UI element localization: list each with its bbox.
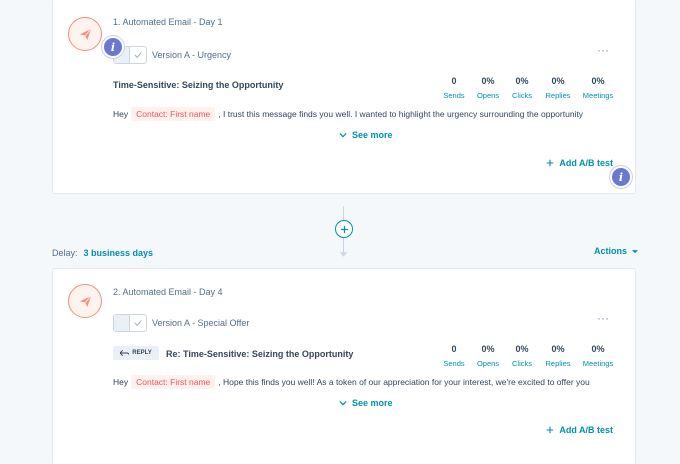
reply-badge: REPLY bbox=[113, 346, 159, 360]
step-title: 1. Automated Email - Day 1 bbox=[113, 17, 223, 27]
email-body-preview: Hey Contact: First name, I trust this mes… bbox=[113, 107, 584, 121]
version-toggle[interactable] bbox=[113, 314, 147, 332]
step-title: 2. Automated Email - Day 4 bbox=[113, 287, 223, 297]
email-subject: Time-Sensitive: Seizing the Opportunity bbox=[113, 80, 284, 90]
stat-opens: 0% Opens bbox=[476, 76, 500, 100]
plus-icon bbox=[547, 159, 554, 167]
sequence-step-1-card: 1. Automated Email - Day 1 Version A - U… bbox=[52, 0, 636, 194]
chevron-down-icon bbox=[339, 400, 347, 406]
version-label: Version A - Special Offer bbox=[152, 318, 250, 328]
email-step-icon bbox=[68, 284, 102, 318]
add-ab-test-button[interactable]: Add A/B test bbox=[546, 425, 613, 435]
caret-down-icon bbox=[631, 250, 638, 254]
more-options-button[interactable]: ··· bbox=[597, 43, 609, 57]
email-stats: 0 Sends 0% Opens 0% Clicks 0% Replies 0% Meet… bbox=[437, 344, 619, 368]
see-more-button[interactable]: See more bbox=[339, 130, 393, 140]
stat-opens: 0% Opens bbox=[476, 344, 500, 368]
info-badge-icon[interactable]: i bbox=[610, 166, 632, 188]
check-icon bbox=[134, 52, 142, 59]
stat-clicks: 0% Clicks bbox=[512, 344, 532, 368]
personalization-token: Contact: First name bbox=[131, 375, 216, 389]
chevron-down-icon bbox=[339, 132, 347, 138]
email-stats: 0 Sends 0% Opens 0% Clicks 0% Replies 0% Meet… bbox=[437, 76, 619, 100]
email-body-preview: Hey Contact: First name, Hope this finds … bbox=[113, 375, 590, 389]
stat-sends: 0 Sends bbox=[443, 344, 465, 368]
stat-meetings: 0% Meetings bbox=[582, 344, 614, 368]
email-step-icon bbox=[68, 17, 102, 51]
stat-meetings: 0% Meetings bbox=[582, 76, 614, 100]
see-more-button[interactable]: See more bbox=[339, 398, 393, 408]
email-subject: Re: Time-Sensitive: Seizing the Opportun… bbox=[166, 349, 354, 359]
arrow-down-icon bbox=[339, 252, 348, 257]
actions-dropdown[interactable]: Actions bbox=[594, 246, 638, 256]
plus-icon bbox=[340, 225, 348, 233]
reply-arrow-icon bbox=[120, 350, 130, 356]
personalization-token: Contact: First name bbox=[131, 107, 216, 121]
paper-plane-icon bbox=[79, 28, 91, 40]
sequence-step-2-card: 2. Automated Email - Day 4 Version A - S… bbox=[52, 268, 636, 464]
info-badge-icon[interactable]: i bbox=[102, 36, 124, 58]
add-ab-test-button[interactable]: Add A/B test bbox=[546, 158, 613, 168]
stat-clicks: 0% Clicks bbox=[512, 76, 532, 100]
stat-replies: 0% Replies bbox=[545, 76, 571, 100]
delay-info: Delay: 3 business days bbox=[52, 248, 153, 258]
stat-replies: 0% Replies bbox=[545, 344, 571, 368]
version-label: Version A - Urgency bbox=[152, 50, 232, 60]
connector-line bbox=[343, 206, 344, 220]
more-options-button[interactable]: ··· bbox=[597, 311, 609, 325]
plus-icon bbox=[547, 426, 554, 434]
check-icon bbox=[134, 320, 142, 327]
stat-sends: 0 Sends bbox=[443, 76, 465, 100]
delay-label: Delay: bbox=[52, 248, 78, 258]
paper-plane-icon bbox=[79, 295, 91, 307]
delay-value[interactable]: 3 business days bbox=[84, 248, 154, 258]
add-step-button[interactable] bbox=[335, 220, 353, 238]
